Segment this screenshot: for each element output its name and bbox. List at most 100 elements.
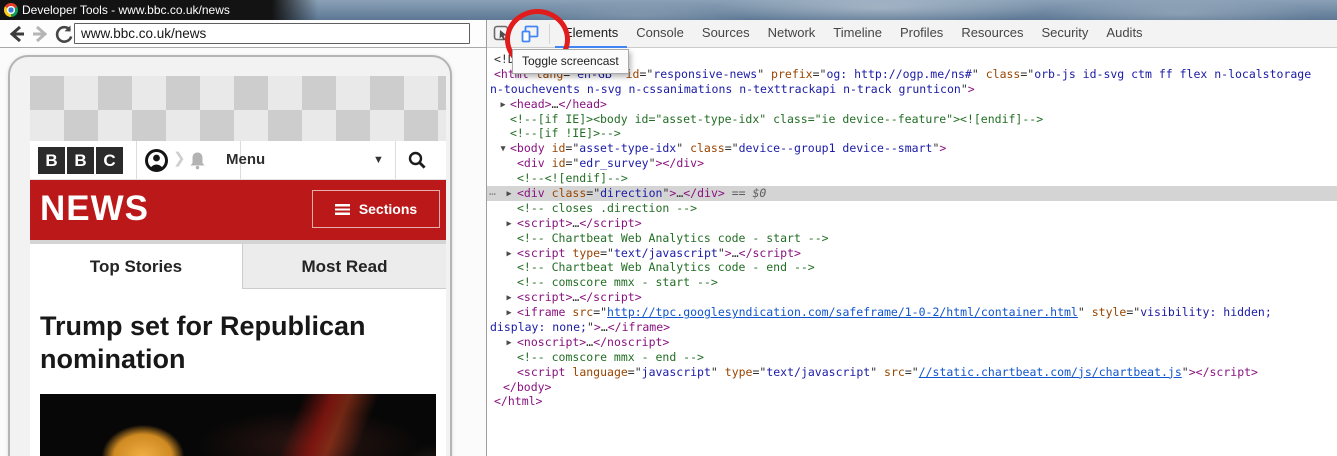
emulated-device-frame: BBC ❯ Menu ▼ NEWS Sections Top Stories M… <box>8 55 452 456</box>
code-token: class <box>985 66 1021 81</box>
dom-tree-node[interactable]: <!-- closes .direction --> <box>487 201 1337 216</box>
dom-tree-node[interactable]: ▶ <head>…</head> <box>487 97 1337 112</box>
dom-tree-node[interactable]: </html> <box>487 394 1337 409</box>
chevron-right-icon: ❯ <box>173 150 186 167</box>
code-token: =" <box>639 66 654 81</box>
code-token: <head> <box>510 96 552 111</box>
code-token: =" <box>600 245 614 260</box>
code-token: <body <box>510 141 545 156</box>
bbc-logo-block: B <box>38 147 65 174</box>
code-token: class <box>551 186 587 201</box>
dom-tree-node[interactable]: <!--[if IE]><body id="asset-type-idx" cl… <box>487 112 1337 127</box>
expand-arrow-icon[interactable]: ▶ <box>504 187 514 202</box>
code-token: =" <box>752 364 767 379</box>
code-token: <!--<![endif]--> <box>517 171 628 186</box>
story-tabs: Top Stories Most Read <box>30 244 446 289</box>
code-token: <!-- Chartbeat Web Analytics code - end … <box>517 260 815 275</box>
dom-tree-node[interactable]: n-touchevents n-svg n-cssanimations n-te… <box>487 82 1337 97</box>
code-token: <!--[if !IE]>--> <box>510 126 621 141</box>
code-token: orb-js id-svg ctm ff flex n-localstorage <box>1034 66 1312 81</box>
url-input[interactable] <box>74 23 470 44</box>
devtools-tab-resources[interactable]: Resources <box>952 20 1032 48</box>
devtools-tab-sources[interactable]: Sources <box>693 20 759 48</box>
devtools-tab-security[interactable]: Security <box>1032 20 1097 48</box>
code-token: prefix <box>771 66 813 81</box>
code-token: " <box>971 66 986 81</box>
code-token: > <box>967 81 975 96</box>
dom-tree-node[interactable]: ▶ <script>…</script> <box>487 290 1337 305</box>
news-logo[interactable]: NEWS <box>40 180 149 238</box>
sign-in-icon[interactable] <box>145 149 168 177</box>
headline-link[interactable]: Trump set for Republican nomination <box>30 289 420 376</box>
tab-top-stories[interactable]: Top Stories <box>30 244 242 289</box>
chevron-down-icon[interactable]: ▼ <box>373 141 384 179</box>
expand-arrow-icon[interactable]: ▶ <box>504 306 514 321</box>
code-token: " <box>757 66 772 81</box>
dom-tree-node[interactable]: <div id="edr_survey"></div> <box>487 156 1337 171</box>
devtools-tab-console[interactable]: Console <box>627 20 693 48</box>
devtools-tab-network[interactable]: Network <box>759 20 825 48</box>
dom-tree-node[interactable]: <!-- Chartbeat Web Analytics code - end … <box>487 260 1337 275</box>
code-token: text/javascript <box>766 364 871 379</box>
bbc-logo-block: B <box>67 147 94 174</box>
dom-tree-node[interactable]: … ▶ <div class="direction">…</div> == $0 <box>487 184 1337 202</box>
code-token: ></div> <box>655 156 705 171</box>
dom-tree-node[interactable]: <!-- comscore mmx - end --> <box>487 350 1337 365</box>
code-token: </head> <box>558 96 607 111</box>
code-token: edr_survey <box>579 156 649 171</box>
dom-tree-node[interactable]: <script language="javascript" type="text… <box>487 365 1337 380</box>
code-token: asset-type-idx <box>579 141 677 156</box>
expand-arrow-icon[interactable]: ▶ <box>498 98 508 113</box>
trump-press-photo[interactable] <box>40 393 436 456</box>
code-token: <script> <box>517 290 573 305</box>
dom-tree-node[interactable]: <!-- comscore mmx - start --> <box>487 275 1337 290</box>
bbc-logo[interactable]: BBC <box>38 147 123 174</box>
reload-icon[interactable] <box>53 23 75 45</box>
code-token: =" <box>812 66 827 81</box>
code-token: </script> <box>738 245 801 260</box>
code-token: =" <box>565 156 580 171</box>
expand-arrow-icon[interactable]: ▶ <box>504 291 514 306</box>
dom-tree-node[interactable]: ▼ <body id="asset-type-idx" class="device… <box>487 141 1337 156</box>
chrome-icon <box>4 3 18 17</box>
dom-tree-node[interactable]: ▶ <iframe src="http://tpc.googlesyndicati… <box>487 305 1337 320</box>
menu-button[interactable]: Menu <box>226 141 265 179</box>
notifications-bell-icon[interactable] <box>187 150 208 176</box>
code-token: type <box>572 245 601 260</box>
dom-tree-node[interactable]: <!--<![endif]--> <box>487 171 1337 186</box>
forward-arrow-icon[interactable] <box>29 23 51 45</box>
code-token: =" <box>1020 66 1035 81</box>
node-menu-ellipsis[interactable]: … <box>489 184 497 199</box>
code-token: " <box>1077 305 1092 320</box>
bbc-news-page: BBC ❯ Menu ▼ NEWS Sections Top Stories M… <box>30 76 446 456</box>
code-token: display: none; <box>490 320 587 335</box>
dom-tree-node[interactable]: ▶ <script type="text/javascript">…</scrip… <box>487 246 1337 261</box>
expand-arrow-icon[interactable]: ▶ <box>504 336 514 351</box>
dom-tree-node[interactable]: ▶ <script>…</script> <box>487 216 1337 231</box>
devtools-tab-profiles[interactable]: Profiles <box>891 20 952 48</box>
search-icon[interactable] <box>406 149 428 176</box>
screencast-viewport: BBC ❯ Menu ▼ NEWS Sections Top Stories M… <box>0 48 486 456</box>
code-token: style <box>1091 305 1127 320</box>
dom-tree-node[interactable]: ▶ <noscript>…</noscript> <box>487 335 1337 350</box>
code-token: <!-- closes .direction --> <box>517 200 698 215</box>
back-arrow-icon[interactable] <box>6 23 28 45</box>
code-token: direction <box>600 186 663 201</box>
sections-label: Sections <box>358 201 418 217</box>
dom-tree-node[interactable]: </body> <box>487 380 1337 395</box>
dom-tree-node[interactable]: display: none;">…</iframe> <box>487 320 1337 335</box>
expand-arrow-icon[interactable]: ▶ <box>504 247 514 262</box>
code-token: =" <box>593 305 608 320</box>
devtools-tab-timeline[interactable]: Timeline <box>824 20 891 48</box>
expand-arrow-icon[interactable]: ▶ <box>504 217 514 232</box>
code-token: </script> <box>579 215 642 230</box>
dom-tree-node[interactable]: <!--[if !IE]>--> <box>487 126 1337 141</box>
sections-button[interactable]: Sections <box>312 190 440 228</box>
devtools-tab-bar: Elements Console Sources Network Timeline Pro… <box>555 20 1152 48</box>
dom-tree-node[interactable]: <!-- Chartbeat Web Analytics code - star… <box>487 231 1337 246</box>
tab-most-read[interactable]: Most Read <box>242 244 446 289</box>
code-token: <script <box>517 245 566 260</box>
devtools-tab-audits[interactable]: Audits <box>1097 20 1151 48</box>
collapse-arrow-icon[interactable]: ▼ <box>498 142 508 157</box>
